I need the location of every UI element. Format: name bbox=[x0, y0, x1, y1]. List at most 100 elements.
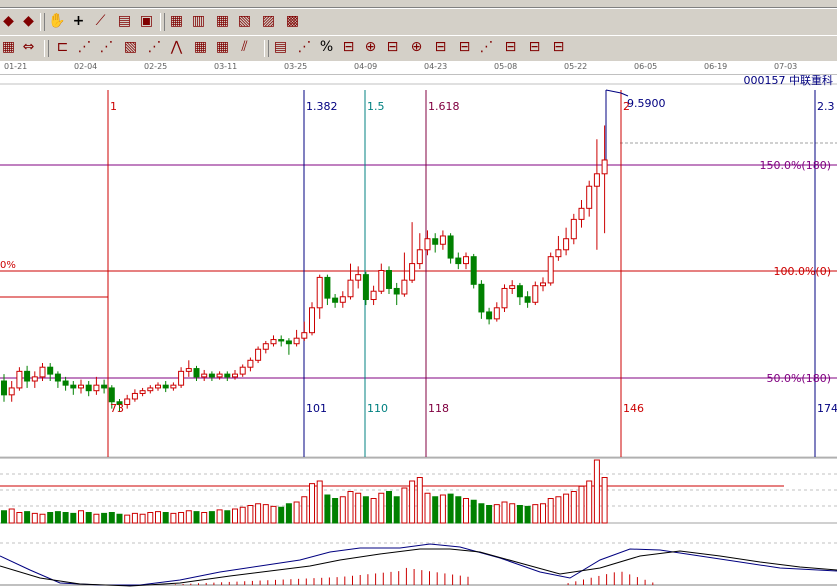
angle-icon[interactable]: ⋰ bbox=[98, 39, 115, 56]
volume-bar[interactable] bbox=[278, 506, 285, 524]
candle[interactable] bbox=[239, 364, 246, 377]
volume-bar[interactable] bbox=[470, 499, 477, 524]
grid-icon[interactable]: ▦ bbox=[0, 39, 17, 56]
candle[interactable] bbox=[193, 365, 200, 382]
candle[interactable] bbox=[262, 340, 269, 354]
volume-bar[interactable] bbox=[324, 494, 331, 524]
volume-bar[interactable] bbox=[208, 511, 215, 524]
candle[interactable] bbox=[524, 291, 531, 308]
volume-bar[interactable] bbox=[1, 510, 7, 524]
trend-icon[interactable]: ⋰ bbox=[146, 39, 163, 56]
volume-bar[interactable] bbox=[393, 496, 400, 524]
table-icon[interactable]: ▦ bbox=[214, 13, 231, 30]
candle[interactable] bbox=[293, 329, 300, 347]
candle[interactable] bbox=[501, 284, 508, 312]
volume-bar[interactable] bbox=[432, 496, 439, 524]
candle[interactable] bbox=[439, 230, 446, 250]
volume-bar[interactable] bbox=[216, 509, 223, 524]
candle[interactable] bbox=[516, 282, 523, 306]
candle[interactable] bbox=[432, 233, 439, 253]
volume-bar[interactable] bbox=[185, 510, 192, 524]
volume-bar[interactable] bbox=[131, 512, 138, 524]
fib-extension-icon[interactable]: ⊟ bbox=[526, 39, 543, 56]
volume-bar[interactable] bbox=[332, 498, 339, 524]
window-icon[interactable]: ▣ bbox=[138, 13, 155, 30]
stock-list-icon[interactable]: ▤ bbox=[116, 13, 133, 30]
volume-bar[interactable] bbox=[62, 512, 69, 524]
candle[interactable] bbox=[278, 335, 285, 347]
volume-bar[interactable] bbox=[386, 491, 392, 524]
fib-fan-icon[interactable]: ⊟ bbox=[432, 39, 449, 56]
volume-bar[interactable] bbox=[139, 513, 146, 524]
text-table-icon[interactable]: ▤ bbox=[272, 39, 289, 56]
candle[interactable] bbox=[447, 233, 454, 264]
candle[interactable] bbox=[416, 233, 423, 270]
volume-bar[interactable] bbox=[285, 503, 292, 524]
candle[interactable] bbox=[85, 381, 92, 397]
kline-chart[interactable]: 150.0%(180) 100.0%(0) 50.0%(180) 0% 1 73 1.382… bbox=[0, 0, 837, 587]
line-tool-icon[interactable]: ⟋ bbox=[92, 13, 109, 30]
candle[interactable] bbox=[540, 277, 546, 292]
candle[interactable] bbox=[62, 376, 69, 391]
volume-bar[interactable] bbox=[586, 480, 593, 524]
volume-bar[interactable] bbox=[147, 512, 154, 524]
candle[interactable] bbox=[593, 139, 600, 250]
candle[interactable] bbox=[332, 293, 339, 308]
candle[interactable] bbox=[555, 235, 562, 261]
volume-bar[interactable] bbox=[255, 503, 262, 524]
candle[interactable] bbox=[316, 274, 323, 319]
volume-bar[interactable] bbox=[555, 496, 562, 524]
gann-fan-icon[interactable]: ⋰ bbox=[478, 39, 495, 56]
calculator-icon[interactable]: ▥ bbox=[190, 13, 207, 30]
candle[interactable] bbox=[478, 280, 485, 319]
candle[interactable] bbox=[24, 365, 31, 388]
fib-arc-icon[interactable]: ⊕ bbox=[408, 39, 425, 56]
calendar-icon[interactable]: ▦ bbox=[168, 13, 185, 30]
volume-bar[interactable] bbox=[409, 480, 416, 524]
box-icon[interactable]: ▧ bbox=[122, 39, 139, 56]
candle[interactable] bbox=[547, 252, 554, 286]
candle[interactable] bbox=[178, 367, 185, 388]
volume-bar[interactable] bbox=[170, 512, 177, 524]
volume-bar[interactable] bbox=[370, 498, 377, 524]
candle[interactable] bbox=[131, 389, 138, 402]
volume-bar[interactable] bbox=[316, 480, 323, 524]
volume-bar[interactable] bbox=[362, 496, 369, 524]
volume-bar[interactable] bbox=[601, 477, 608, 524]
candle[interactable] bbox=[185, 360, 192, 377]
fib-time-icon[interactable]: ⊟ bbox=[456, 39, 473, 56]
candle[interactable] bbox=[355, 266, 362, 289]
volume-bar[interactable] bbox=[547, 498, 554, 524]
candle[interactable] bbox=[54, 371, 61, 388]
volume-bar[interactable] bbox=[516, 505, 523, 524]
candle[interactable] bbox=[324, 274, 331, 306]
volume-bar[interactable] bbox=[270, 505, 277, 524]
fan-line-icon[interactable]: ⋰ bbox=[76, 39, 93, 56]
grid-box-icon[interactable]: ▦ bbox=[192, 39, 209, 56]
volume-bar[interactable] bbox=[563, 493, 570, 524]
candle[interactable] bbox=[570, 213, 577, 245]
volume-bar[interactable] bbox=[178, 512, 185, 524]
regression-icon[interactable]: ⊟ bbox=[502, 39, 519, 56]
cycle-icon[interactable]: ⊟ bbox=[550, 39, 567, 56]
grid-box-2-icon[interactable]: ▦ bbox=[214, 39, 231, 56]
candle[interactable] bbox=[78, 379, 84, 394]
volume-bar[interactable] bbox=[8, 508, 15, 524]
candle[interactable] bbox=[532, 281, 539, 306]
volume-bar[interactable] bbox=[239, 506, 246, 524]
channel-icon[interactable]: ⊟ bbox=[384, 39, 401, 56]
volume-bar[interactable] bbox=[509, 503, 516, 524]
candle[interactable] bbox=[224, 371, 231, 382]
gann-icon[interactable]: ⊕ bbox=[362, 39, 379, 56]
fibonacci-icon[interactable]: ⋰ bbox=[296, 39, 313, 56]
crosshair-icon[interactable]: + bbox=[70, 13, 87, 30]
volume-bar[interactable] bbox=[416, 477, 423, 524]
car-icon[interactable]: ▩ bbox=[284, 13, 301, 30]
resize-icon[interactable]: ⇔ bbox=[20, 39, 37, 56]
candle[interactable] bbox=[578, 200, 585, 228]
volume-bar[interactable] bbox=[478, 503, 485, 524]
volume-bar[interactable] bbox=[347, 491, 354, 524]
volume-bar[interactable] bbox=[424, 492, 431, 524]
volume-bar[interactable] bbox=[540, 503, 546, 524]
wave-icon[interactable]: ⋀ bbox=[168, 39, 185, 56]
